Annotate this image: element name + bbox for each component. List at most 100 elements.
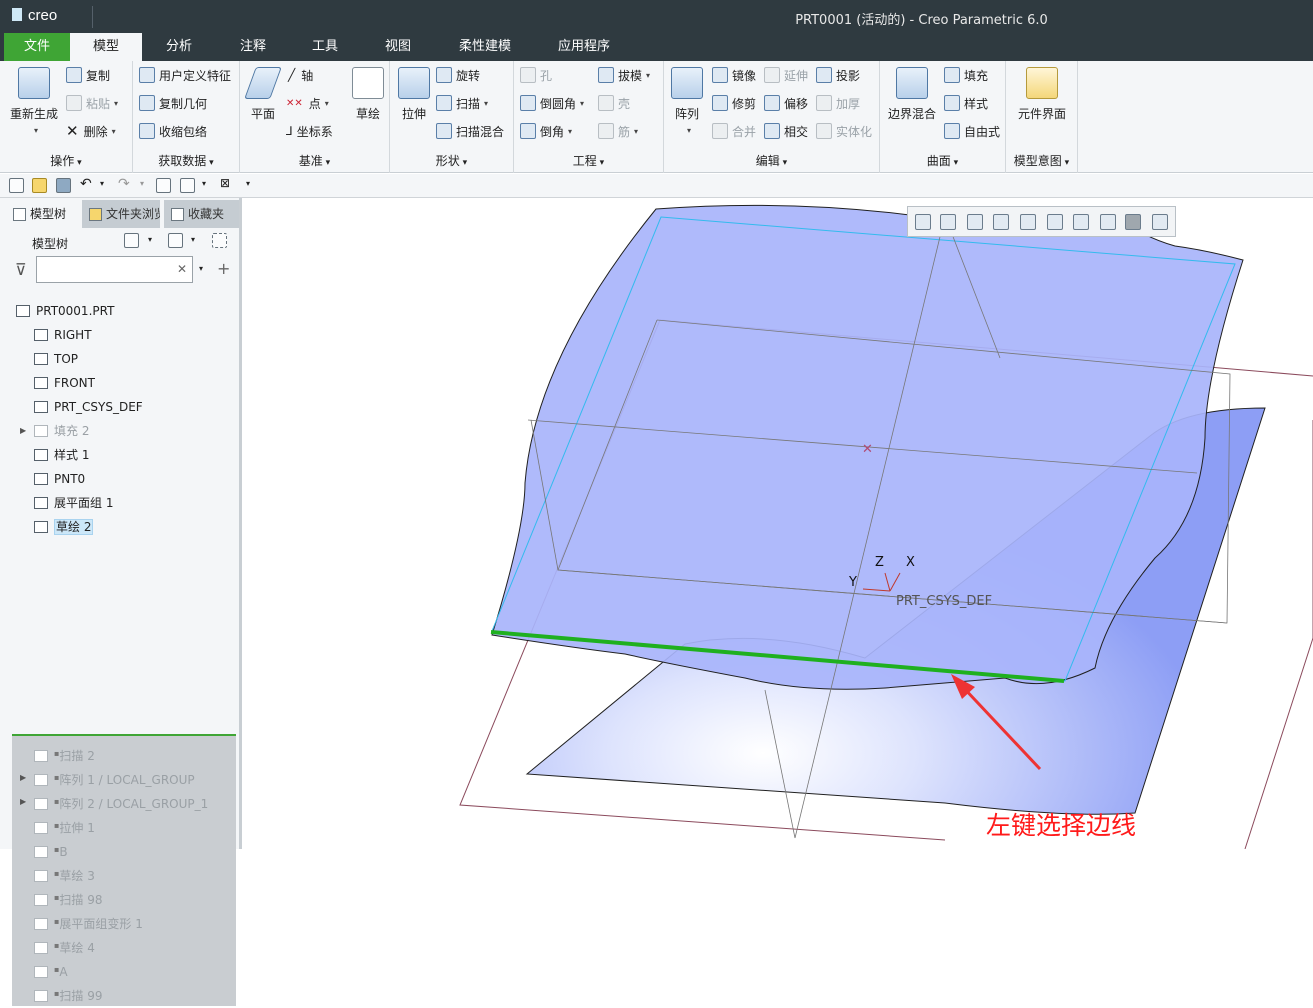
windows-icon[interactable]: [180, 178, 195, 193]
expand-icon[interactable]: ▶: [20, 790, 26, 814]
graphics-viewport[interactable]: ✕ Z X Y PRT_CSYS_DEF: [245, 198, 1313, 849]
delete-button[interactable]: ✕ 删除 ▾: [66, 121, 116, 141]
filter-dropdown-icon[interactable]: ▾: [199, 264, 203, 273]
axis-button[interactable]: ╱ 轴: [288, 65, 313, 85]
fill-button[interactable]: 填充: [944, 65, 988, 85]
pattern-button[interactable]: 阵列 ▾: [670, 67, 704, 136]
tree-columns-icon[interactable]: [168, 233, 183, 248]
tree-item[interactable]: FRONT: [14, 371, 239, 395]
group-label-operations[interactable]: 操作: [0, 152, 132, 169]
perspective-icon[interactable]: [1073, 214, 1089, 230]
revolve-button[interactable]: 旋转: [436, 65, 480, 85]
spin-center-icon[interactable]: [1152, 214, 1168, 230]
suppressed-item[interactable]: ▪扫描 99: [14, 982, 239, 1006]
tree-item[interactable]: ▶ 填充 2: [14, 419, 239, 443]
rib-button[interactable]: 筋 ▾: [598, 121, 638, 141]
redo-dropdown-icon[interactable]: ▾: [140, 179, 144, 188]
csys-button[interactable]: ⅃ 坐标系: [286, 121, 333, 141]
tab-annotate[interactable]: 注释: [220, 33, 286, 61]
display-style-icon[interactable]: [1047, 214, 1063, 230]
suppressed-item[interactable]: ▶ ▪阵列 1 / LOCAL_GROUP: [14, 766, 239, 790]
group-label-surfaces[interactable]: 曲面: [880, 152, 1005, 169]
filter-funnel-icon[interactable]: ⊽: [15, 260, 27, 279]
annotation-display-icon[interactable]: [1125, 214, 1141, 230]
tree-settings-dropdown-icon[interactable]: ▾: [148, 235, 152, 244]
tree-item[interactable]: PRT_CSYS_DEF: [14, 395, 239, 419]
tab-file[interactable]: 文件: [4, 33, 70, 61]
hole-button[interactable]: 孔: [520, 65, 552, 85]
add-filter-icon[interactable]: +: [217, 259, 230, 278]
shell-button[interactable]: 壳: [598, 93, 630, 113]
copy-button[interactable]: 复制: [66, 65, 110, 85]
tree-item[interactable]: 草绘 2: [14, 515, 239, 539]
tab-folder-browser[interactable]: 文件夹浏览器: [82, 200, 160, 228]
offset-button[interactable]: 偏移: [764, 93, 808, 113]
boundary-blend-button[interactable]: 边界混合: [884, 67, 940, 122]
paste-button[interactable]: 粘贴 ▾: [66, 93, 118, 113]
tree-item[interactable]: TOP: [14, 347, 239, 371]
suppressed-item[interactable]: ▪草绘 3: [14, 862, 239, 886]
expand-icon[interactable]: ▶: [20, 766, 26, 790]
group-label-model-intent[interactable]: 模型意图: [1006, 152, 1077, 169]
tab-view[interactable]: 视图: [365, 33, 431, 61]
customize-dropdown-icon[interactable]: ▾: [246, 179, 250, 188]
sweep-button[interactable]: 扫描 ▾: [436, 93, 488, 113]
tree-item[interactable]: 展平面组 1: [14, 491, 239, 515]
point-button[interactable]: ✕✕ 点 ▾: [286, 93, 329, 113]
shrinkwrap-button[interactable]: 收缩包络: [139, 121, 207, 141]
regenerate-small-icon[interactable]: [156, 178, 171, 193]
tab-flexible-modeling[interactable]: 柔性建模: [446, 33, 524, 61]
tab-model[interactable]: 模型: [70, 33, 142, 61]
tree-columns-dropdown-icon[interactable]: ▾: [191, 235, 195, 244]
tab-analysis[interactable]: 分析: [146, 33, 212, 61]
zoom-in-icon[interactable]: [915, 214, 931, 230]
save-icon[interactable]: [56, 178, 71, 193]
redo-icon[interactable]: ↷: [118, 176, 130, 192]
new-file-icon[interactable]: [9, 178, 24, 193]
swept-blend-button[interactable]: 扫描混合: [436, 121, 504, 141]
intersect-button[interactable]: 相交: [764, 121, 808, 141]
chamfer-button[interactable]: 倒角 ▾: [520, 121, 572, 141]
copy-geometry-button[interactable]: 复制几何: [139, 93, 207, 113]
suppressed-item[interactable]: ▪拉伸 1: [14, 814, 239, 838]
solidify-button[interactable]: 实体化: [816, 121, 872, 141]
group-label-datum[interactable]: 基准: [240, 152, 389, 169]
tree-item[interactable]: RIGHT: [14, 323, 239, 347]
windows-dropdown-icon[interactable]: ▾: [202, 179, 206, 188]
suppressed-item[interactable]: ▪A: [14, 958, 239, 982]
plane-button[interactable]: 平面: [244, 67, 282, 122]
tree-settings-icon[interactable]: [124, 233, 139, 248]
group-label-engineering[interactable]: 工程: [514, 152, 663, 169]
extend-button[interactable]: 延伸: [764, 65, 808, 85]
suppressed-item[interactable]: ▪草绘 4: [14, 934, 239, 958]
repaint-icon[interactable]: [967, 214, 983, 230]
tree-item[interactable]: PRT0001.PRT: [14, 299, 239, 323]
extrude-button[interactable]: 拉伸: [396, 67, 432, 122]
saved-orientations-icon[interactable]: [993, 214, 1009, 230]
component-interface-button[interactable]: 元件界面: [1010, 67, 1074, 122]
open-folder-icon[interactable]: [32, 178, 47, 193]
merge-button[interactable]: 合并: [712, 121, 756, 141]
model-canvas[interactable]: ✕ Z X Y PRT_CSYS_DEF: [245, 198, 1313, 849]
tab-tools[interactable]: 工具: [292, 33, 358, 61]
expand-icon[interactable]: ▶: [20, 419, 26, 443]
undo-dropdown-icon[interactable]: ▾: [100, 179, 104, 188]
tree-item[interactable]: PNT0: [14, 467, 239, 491]
suppressed-item[interactable]: ▪扫描 98: [14, 886, 239, 910]
udf-button[interactable]: 用户定义特征: [139, 65, 231, 85]
regenerate-button[interactable]: 重新生成 ▾: [8, 67, 60, 136]
suppressed-item[interactable]: ▶ ▪阵列 2 / LOCAL_GROUP_1: [14, 790, 239, 814]
trim-button[interactable]: 修剪: [712, 93, 756, 113]
tab-favorites[interactable]: 收藏夹: [164, 200, 239, 228]
zoom-out-icon[interactable]: [940, 214, 956, 230]
suppressed-item[interactable]: ▪扫描 2: [14, 742, 239, 766]
view-manager-icon[interactable]: [1020, 214, 1036, 230]
tab-applications[interactable]: 应用程序: [545, 33, 623, 61]
close-window-icon[interactable]: ⊠: [220, 176, 230, 190]
draft-button[interactable]: 拔模 ▾: [598, 65, 650, 85]
suppressed-item[interactable]: ▪展平面组变形 1: [14, 910, 239, 934]
undo-icon[interactable]: ↶: [80, 176, 92, 192]
tree-filter-input[interactable]: [36, 256, 193, 283]
tree-filter-settings-icon[interactable]: [212, 233, 227, 248]
mirror-button[interactable]: 镜像: [712, 65, 756, 85]
